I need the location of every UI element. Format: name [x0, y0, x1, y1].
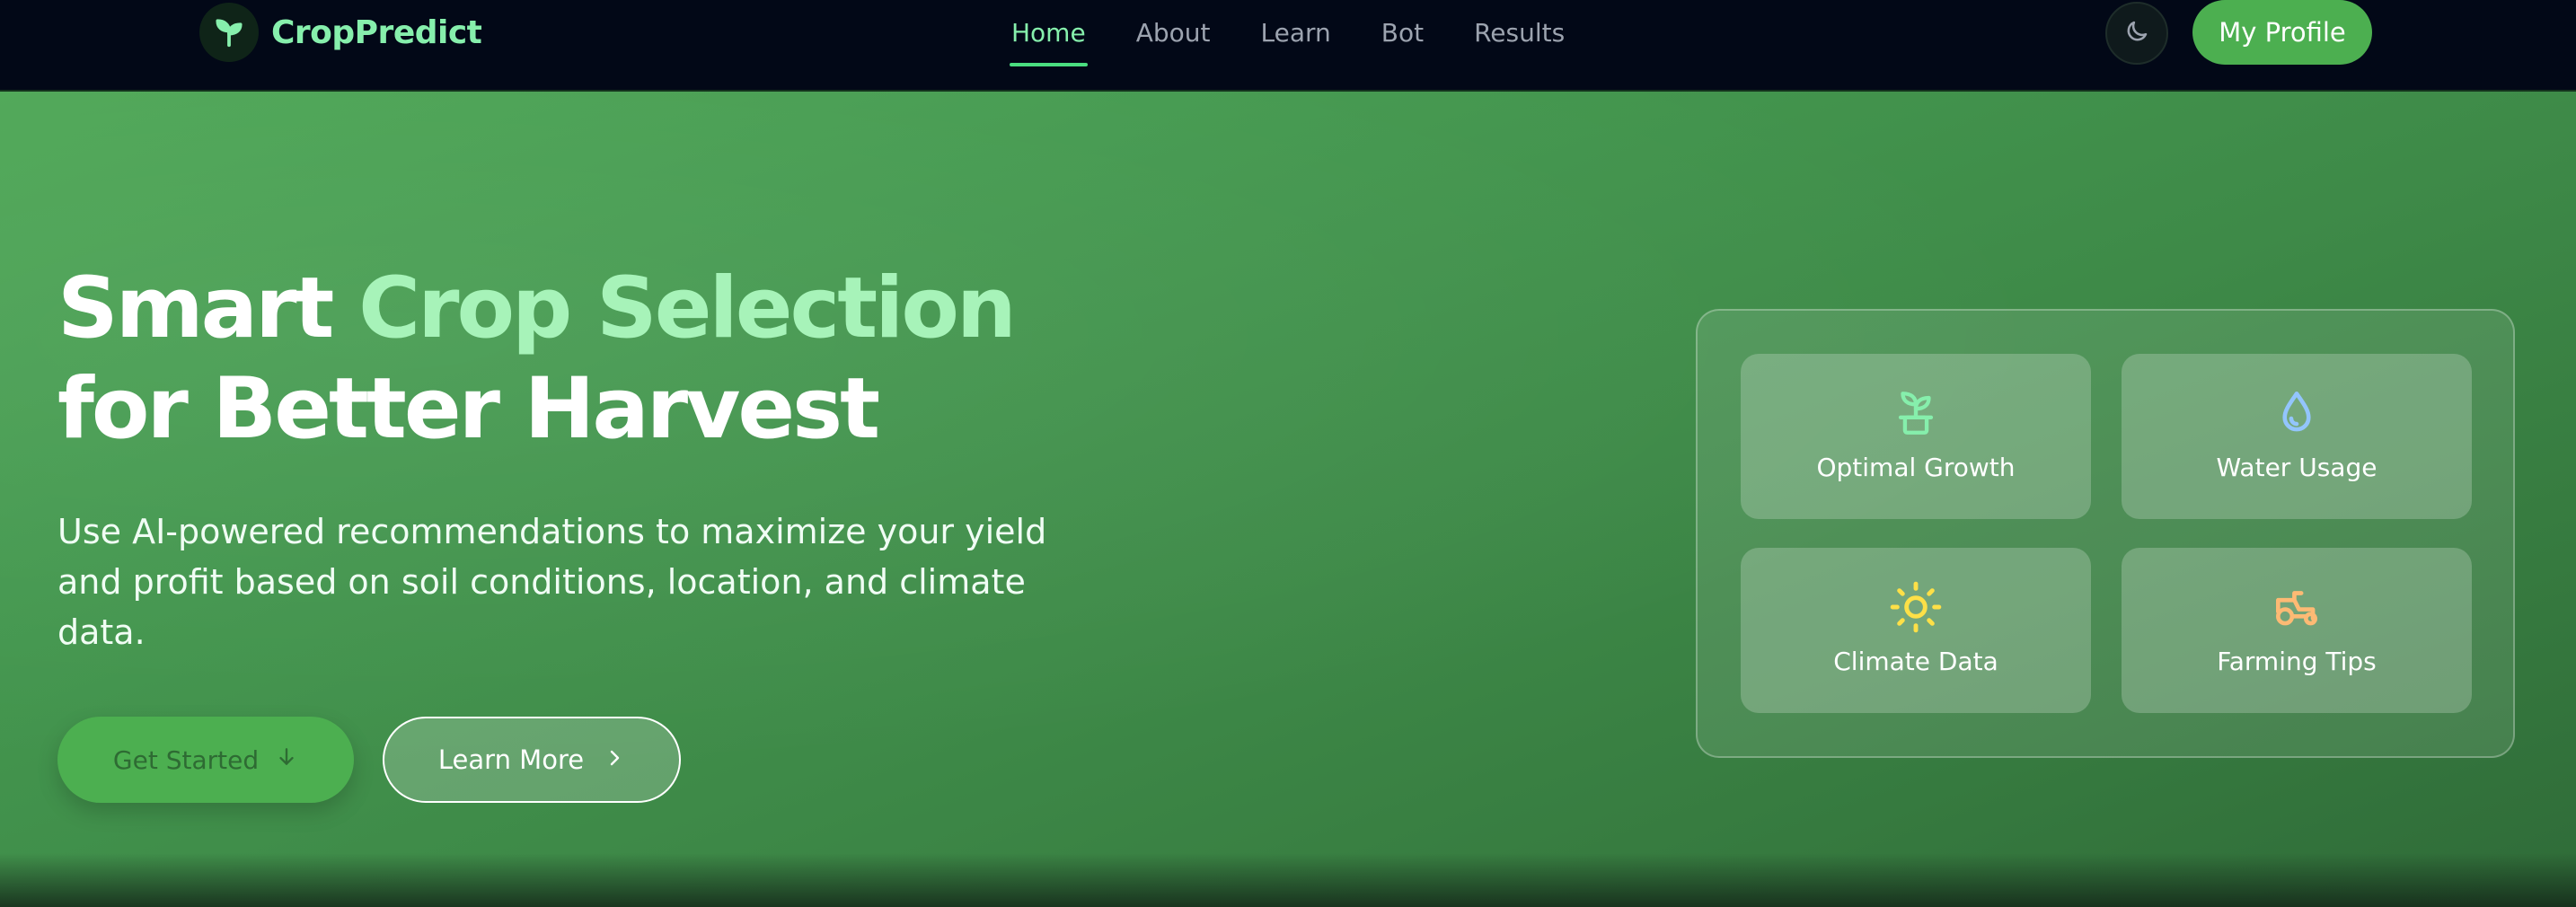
- nav-link-about[interactable]: About: [1136, 0, 1211, 65]
- tractor-icon: [2269, 580, 2325, 634]
- get-started-label: Get Started: [112, 744, 260, 775]
- top-navbar: CropPredict Home About Learn Bot Results…: [0, 0, 2576, 92]
- nav-link-home[interactable]: Home: [1010, 0, 1088, 66]
- headline-part1: Smart: [57, 260, 359, 357]
- feature-label: Optimal Growth: [1816, 453, 2016, 482]
- brand-name: CropPredict: [271, 13, 482, 51]
- brand-logo[interactable]: CropPredict: [199, 3, 482, 62]
- hero-bottom-shade: [0, 853, 2576, 907]
- feature-card-water-usage[interactable]: Water Usage: [2122, 354, 2472, 519]
- hero-headline: Smart Crop Selection for Better Harvest: [57, 259, 1135, 460]
- feature-label: Climate Data: [1833, 647, 1998, 676]
- headline-accent: Crop Selection: [358, 260, 1017, 357]
- feature-label: Farming Tips: [2217, 647, 2377, 676]
- moon-icon: [2123, 18, 2150, 48]
- nav-links: Home About Learn Bot Results: [1010, 0, 1615, 66]
- headline-part2: for Better Harvest: [57, 360, 880, 458]
- nav-link-learn[interactable]: Learn: [1260, 0, 1330, 65]
- droplet-icon: [2271, 386, 2323, 440]
- sun-icon: [1888, 580, 1944, 634]
- feature-card-climate-data[interactable]: Climate Data: [1741, 548, 2091, 713]
- chevron-right-icon: [584, 744, 625, 775]
- get-started-button[interactable]: Get Started: [57, 717, 354, 803]
- feature-card-farming-tips[interactable]: Farming Tips: [2122, 548, 2472, 713]
- learn-more-button[interactable]: Learn More: [383, 717, 681, 803]
- learn-more-label: Learn More: [437, 744, 585, 775]
- sprout-icon: [199, 3, 259, 62]
- theme-toggle-button[interactable]: [2105, 2, 2168, 65]
- nav-link-bot[interactable]: Bot: [1381, 0, 1424, 65]
- feature-card-optimal-growth[interactable]: Optimal Growth: [1741, 354, 2091, 519]
- nav-link-results[interactable]: Results: [1474, 0, 1565, 65]
- feature-label: Water Usage: [2216, 453, 2378, 482]
- my-profile-button[interactable]: My Profile: [2192, 0, 2372, 65]
- features-panel: Optimal Growth Water Usage Climate Data: [1696, 309, 2515, 758]
- hero-subtitle: Use AI-powered recommendations to maximi…: [57, 512, 1047, 652]
- sprout-pot-icon: [1890, 386, 1942, 440]
- arrow-down-icon: [259, 745, 298, 775]
- hero-section: Smart Crop Selection for Better Harvest …: [0, 92, 2576, 907]
